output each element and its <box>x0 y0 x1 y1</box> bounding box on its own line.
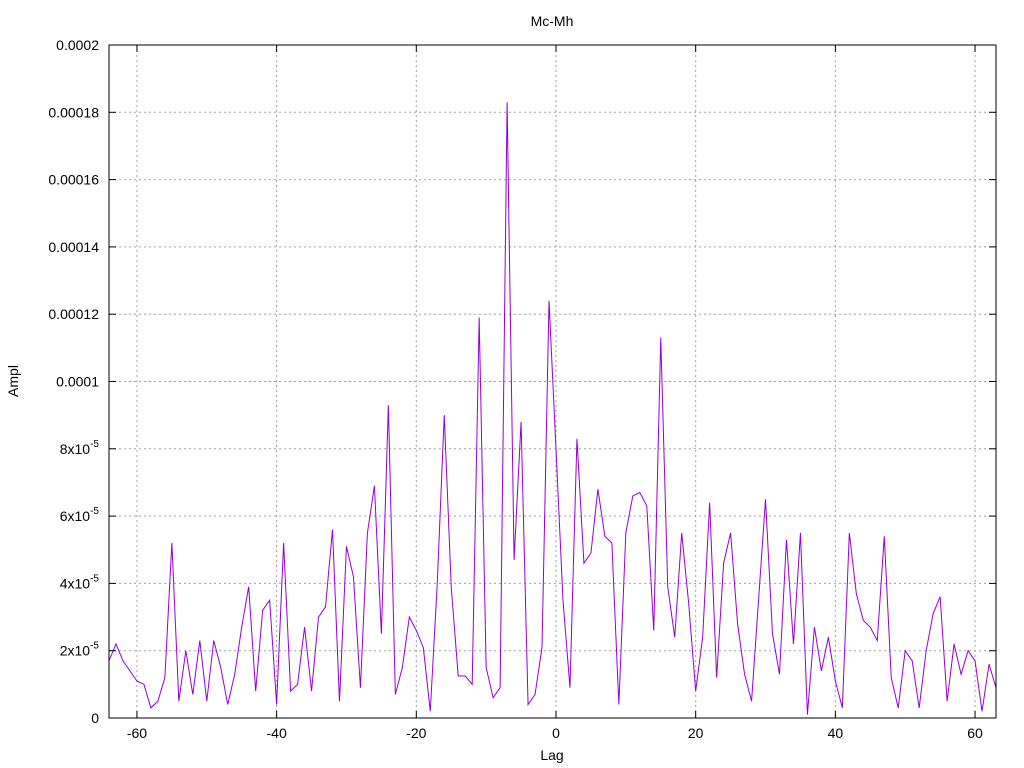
series-line <box>108 102 997 715</box>
x-tick-label: -40 <box>267 725 287 741</box>
y-tick-labels: 02x10-54x10-56x10-58x10-50.00010.000120.… <box>48 37 99 726</box>
x-tick-label: -20 <box>406 725 426 741</box>
y-tick-label: 0.00018 <box>48 104 99 120</box>
x-tick-label: 60 <box>967 725 983 741</box>
x-tick-label: 0 <box>552 725 560 741</box>
y-tick-label: 8x10-5 <box>60 439 100 457</box>
y-axis-label: Ampl <box>5 365 21 397</box>
y-tick-label: 6x10-5 <box>60 506 100 524</box>
y-tick-label: 4x10-5 <box>60 573 100 591</box>
x-tick-labels: -60 -40 -20 0 20 40 60 <box>127 725 983 741</box>
y-tick-label: 2x10-5 <box>60 641 100 659</box>
y-tick-label: 0.00016 <box>48 172 99 188</box>
y-tick-label: 0 <box>91 710 99 726</box>
x-tick-label: -60 <box>127 725 147 741</box>
y-tick-label: 0.00014 <box>48 239 99 255</box>
y-tick-mantissa: 6x10 <box>60 508 91 524</box>
series-layer <box>108 102 997 715</box>
y-tick-exponent: -5 <box>90 573 99 584</box>
y-tick-mantissa: 4x10 <box>60 575 91 591</box>
y-tick-label: 0.0001 <box>56 374 99 390</box>
y-tick-exponent: -5 <box>90 439 99 450</box>
chart-title: Mc-Mh <box>531 13 574 29</box>
line-chart: -60 -40 -20 0 20 40 60 02x10-54x10-56x10-58x10… <box>5 13 997 763</box>
x-tick-label: 40 <box>828 725 844 741</box>
y-tick-exponent: -5 <box>90 506 99 517</box>
y-tick-exponent: -5 <box>90 641 99 652</box>
y-tick-label: 0.0002 <box>56 37 99 53</box>
y-tick-label: 0.00012 <box>48 306 99 322</box>
x-tick-label: 20 <box>688 725 704 741</box>
x-axis-label: Lag <box>540 747 563 763</box>
y-tick-mantissa: 2x10 <box>60 643 91 659</box>
y-tick-mantissa: 8x10 <box>60 441 91 457</box>
